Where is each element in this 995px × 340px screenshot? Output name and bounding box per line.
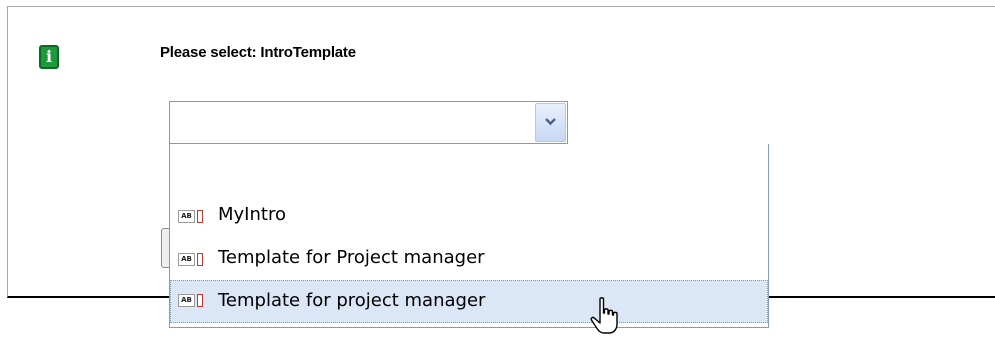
option-label: Template for Project manager <box>218 247 485 268</box>
option-label: MyIntro <box>218 204 286 225</box>
text-template-icon: AB <box>178 210 206 223</box>
text-template-icon: AB <box>178 253 206 266</box>
info-icon: i <box>39 45 59 69</box>
hand-pointer-icon <box>590 297 618 334</box>
dropdown-arrow-button[interactable] <box>535 103 566 142</box>
dropdown-list: AB MyIntro AB Template for Project manag… <box>169 144 769 328</box>
text-template-icon-label: AB <box>178 294 195 307</box>
text-template-icon: AB <box>178 294 206 307</box>
intro-template-combobox[interactable] <box>169 101 568 144</box>
dropdown-option-template-project-manager-lowercase[interactable]: AB Template for project manager <box>170 280 768 323</box>
text-template-icon-label: AB <box>178 210 195 223</box>
option-label: Template for project manager <box>218 290 486 311</box>
dropdown-option-template-project-manager[interactable]: AB Template for Project manager <box>170 240 768 279</box>
prompt-text: Please select: IntroTemplate <box>160 44 356 61</box>
chevron-down-icon <box>545 118 556 126</box>
text-template-icon-label: AB <box>178 253 195 266</box>
dropdown-option-empty[interactable] <box>170 144 768 189</box>
dropdown-option-myintro[interactable]: AB MyIntro <box>170 197 768 236</box>
